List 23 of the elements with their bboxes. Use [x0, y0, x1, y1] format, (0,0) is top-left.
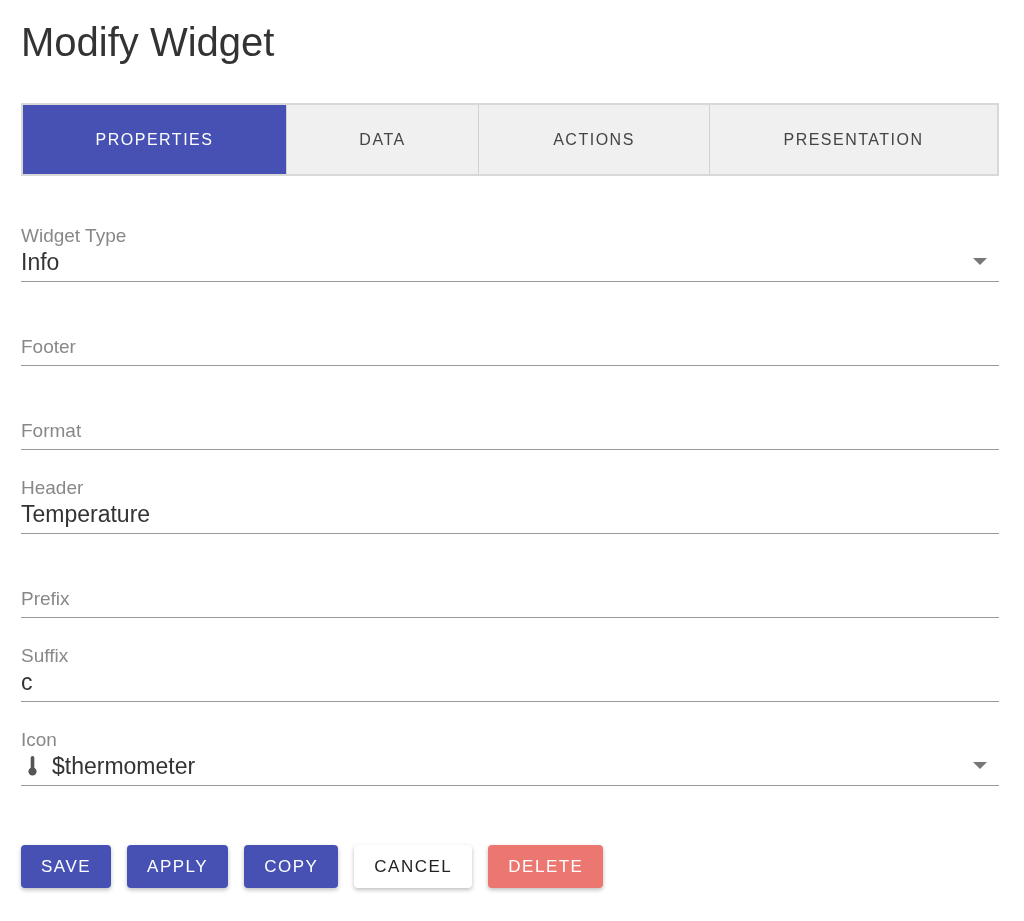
tab[interactable]: PRESENTATION [709, 105, 997, 174]
action-button[interactable]: COPY [244, 845, 339, 888]
field-value: Temperature [21, 500, 151, 528]
input-field[interactable]: Icon $thermometer [21, 702, 999, 786]
caret-icon [973, 258, 987, 266]
input-field[interactable]: Widget Type Info [21, 198, 999, 282]
page-title: Modify Widget [21, 19, 275, 66]
tab[interactable]: DATA [286, 105, 478, 174]
field-value: c [21, 668, 33, 696]
tab[interactable]: PROPERTIES [23, 105, 286, 174]
thermometer-icon [27, 756, 38, 776]
input-field[interactable]: Header Temperature [21, 450, 999, 534]
input-field[interactable]: Footer [21, 282, 999, 366]
action-button[interactable]: SAVE [21, 845, 112, 888]
input-field[interactable]: Suffix c [21, 618, 999, 702]
action-button[interactable]: CANCEL [354, 845, 473, 888]
input-field[interactable]: Format [21, 366, 999, 450]
input-field[interactable]: Prefix [21, 534, 999, 618]
field-value: Info [21, 248, 60, 276]
tab[interactable]: ACTIONS [478, 105, 709, 174]
action-button[interactable]: APPLY [127, 845, 229, 888]
field-value: $thermometer [52, 752, 196, 780]
caret-icon [973, 762, 987, 770]
